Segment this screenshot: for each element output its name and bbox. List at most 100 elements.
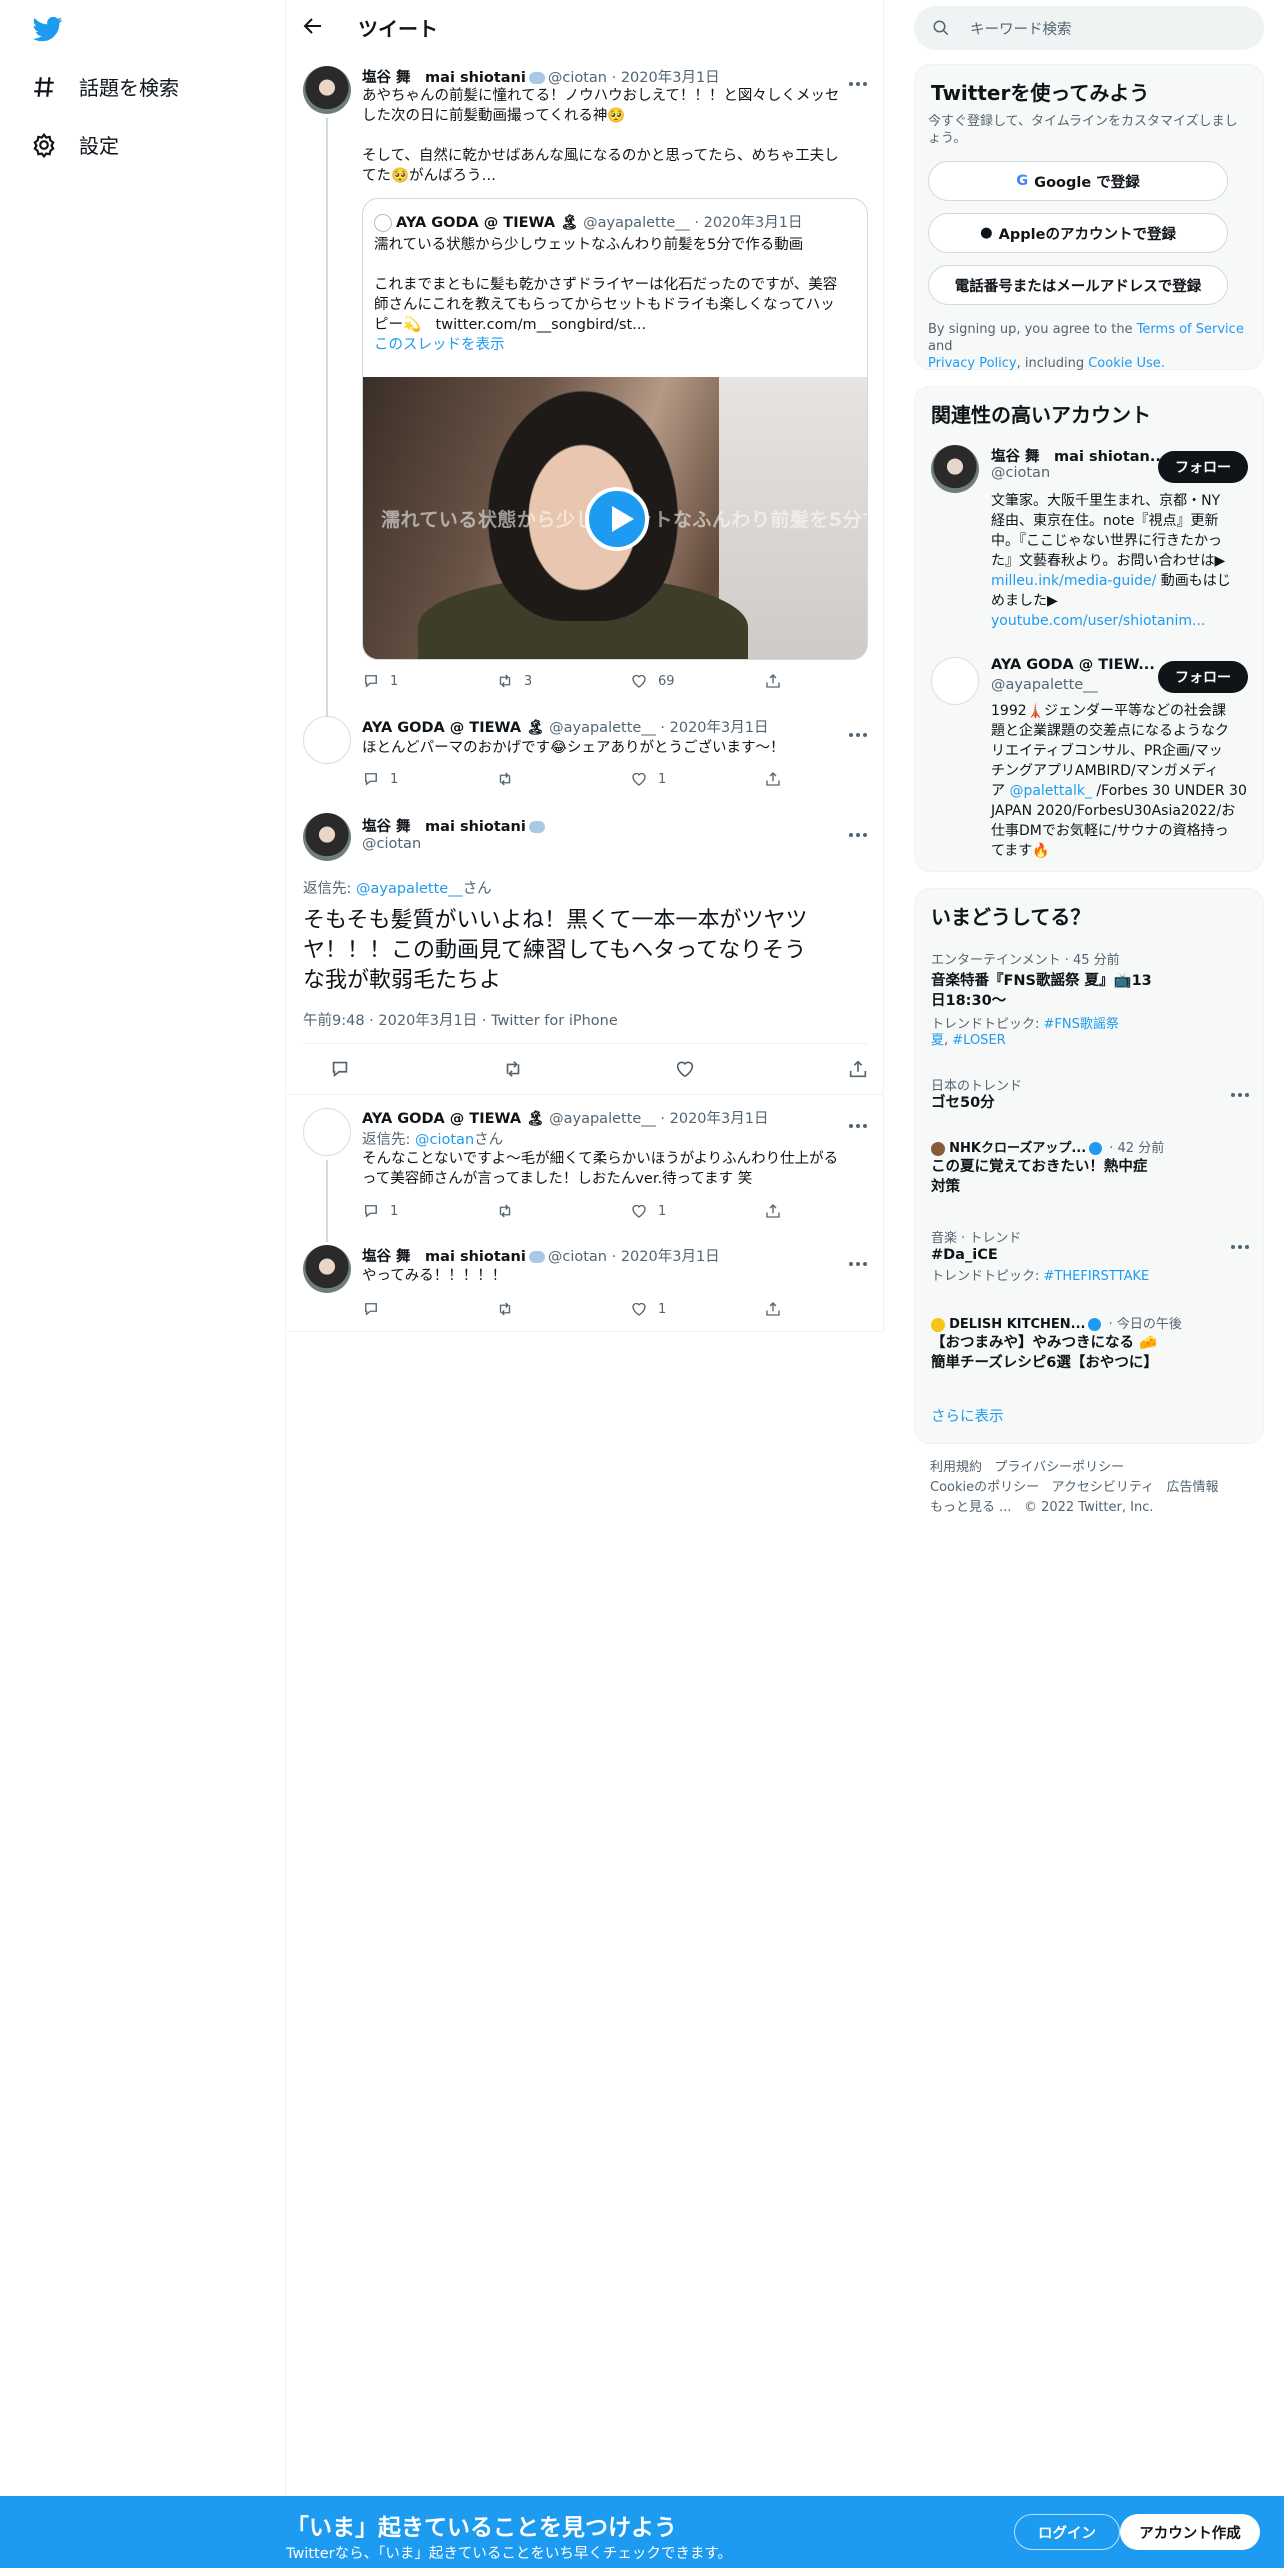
trend-meta: エンターテインメント · 45 分前: [931, 953, 1120, 968]
retweet-button[interactable]: 3: [496, 672, 630, 690]
avatar[interactable]: [303, 716, 351, 764]
author-handle-date[interactable]: @ayapalette__ · 2020年3月1日: [549, 1111, 768, 1127]
retweet-button[interactable]: [496, 1202, 630, 1220]
avatar[interactable]: [931, 445, 979, 493]
reply-button[interactable]: 1: [362, 672, 496, 690]
twitter-logo-icon[interactable]: [31, 14, 65, 44]
author-handle-date[interactable]: @ciotan · 2020年3月1日: [548, 1249, 720, 1265]
topic-link[interactable]: #LOSER: [952, 1033, 1005, 1048]
retweet-icon: [499, 674, 511, 688]
bio-link[interactable]: milleu.ink/media-guide/: [991, 573, 1156, 589]
more-icon[interactable]: [849, 722, 871, 737]
reply-button[interactable]: 1: [362, 1202, 496, 1220]
share-icon[interactable]: [847, 1058, 869, 1080]
footer-more-link[interactable]: もっと見る ...: [930, 1500, 1012, 1515]
reply-button[interactable]: 1: [362, 770, 496, 788]
terms-link[interactable]: Terms of Service: [1137, 322, 1244, 337]
divider: [287, 1094, 884, 1095]
avatar[interactable]: [931, 657, 979, 705]
topic-link[interactable]: #FNS歌謡祭: [1044, 1017, 1119, 1032]
apple-signup-button[interactable]: ● Appleのアカウントで登録: [928, 213, 1228, 253]
badge-icon: [528, 1251, 545, 1263]
topic-link[interactable]: 夏: [931, 1033, 944, 1048]
search-input[interactable]: キーワード検索: [914, 6, 1264, 50]
trend-meta: NHKクローズアップ... · 42 分前: [931, 1137, 1164, 1156]
follow-button[interactable]: フォロー: [1158, 661, 1248, 693]
more-icon[interactable]: [849, 1113, 871, 1128]
show-more-link[interactable]: さらに表示: [931, 1407, 1004, 1427]
reply-to-link[interactable]: @ayapalette__: [356, 881, 463, 897]
play-icon[interactable]: [585, 487, 649, 551]
footer-link[interactable]: 利用規約: [930, 1460, 982, 1475]
reply-button[interactable]: [362, 1300, 496, 1318]
footer-links: 利用規約 プライバシーポリシー Cookieのポリシー アクセシビリティ 広告情…: [930, 1458, 1219, 1518]
author-name[interactable]: 塩谷 舞 mai shiotani: [362, 1249, 526, 1265]
login-button[interactable]: ログイン: [1014, 2514, 1120, 2550]
quote-author-name: AYA GODA @ TIEWA 🏝: [396, 215, 579, 231]
video-player[interactable]: 濡れている状態から少しウェットなふんわり前髪を5分で作る: [363, 377, 867, 659]
footer-link[interactable]: アクセシビリティ: [1052, 1480, 1155, 1495]
footer-link[interactable]: 広告情報: [1167, 1480, 1219, 1495]
avatar[interactable]: [303, 66, 351, 114]
account-name[interactable]: AYA GODA @ TIEW...: [991, 657, 1155, 673]
bio-link[interactable]: youtube.com/user/shiotanim...: [991, 613, 1205, 629]
back-arrow-icon[interactable]: [301, 14, 325, 38]
author-handle[interactable]: @ciotan: [362, 836, 421, 852]
avatar[interactable]: [303, 813, 351, 861]
google-signup-button[interactable]: G Google で登録: [928, 161, 1228, 201]
author-handle-date[interactable]: @ayapalette__ · 2020年3月1日: [549, 720, 768, 736]
retweet-icon[interactable]: [502, 1058, 524, 1080]
tweet-actions: 1 1: [362, 1202, 862, 1220]
share-button[interactable]: [764, 1202, 782, 1220]
footer-link[interactable]: Cookieのポリシー: [930, 1480, 1039, 1495]
account-handle[interactable]: @ciotan: [991, 465, 1050, 481]
show-thread-link[interactable]: このスレッドを表示: [374, 335, 864, 355]
author-name[interactable]: 塩谷 舞 mai shiotani: [362, 819, 526, 835]
retweet-button[interactable]: [496, 770, 630, 788]
author-handle-date[interactable]: @ciotan · 2020年3月1日: [548, 70, 720, 86]
bio-link[interactable]: @palettalk_: [1009, 783, 1092, 799]
phone-signup-button[interactable]: 電話番号またはメールアドレスで登録: [928, 265, 1228, 305]
follow-button[interactable]: フォロー: [1158, 451, 1248, 483]
topic-link[interactable]: #THEFIRSTTAKE: [1044, 1269, 1150, 1284]
trend-meta: 音楽 · トレンド: [931, 1231, 1022, 1246]
quote-header: AYA GODA @ TIEWA 🏝 @ayapalette__ · 2020年…: [374, 211, 803, 232]
share-icon: [766, 1302, 780, 1316]
share-button[interactable]: [764, 1300, 782, 1318]
like-button[interactable]: 69: [630, 672, 764, 690]
thread-line: [326, 118, 328, 718]
reply-icon[interactable]: [329, 1058, 351, 1080]
reply-to-link[interactable]: @ciotan: [415, 1132, 474, 1148]
more-icon[interactable]: [1231, 1082, 1253, 1097]
nav-explore[interactable]: 話題を検索: [31, 72, 179, 101]
like-button[interactable]: 1: [630, 1300, 764, 1318]
account-handle[interactable]: @ayapalette__: [991, 677, 1098, 693]
heart-icon[interactable]: [674, 1058, 696, 1080]
author-name[interactable]: 塩谷 舞 mai shiotani: [362, 70, 526, 86]
avatar[interactable]: [303, 1245, 351, 1293]
retweet-button[interactable]: [496, 1300, 630, 1318]
share-button[interactable]: [764, 672, 782, 690]
quote-tweet[interactable]: AYA GODA @ TIEWA 🏝 @ayapalette__ · 2020年…: [362, 198, 868, 660]
search-icon: [933, 20, 949, 36]
more-icon[interactable]: [849, 1251, 871, 1266]
signup-title: Twitterを使ってみよう: [931, 81, 1150, 105]
heart-icon: [632, 674, 646, 688]
tweet-meta[interactable]: 午前9:48 · 2020年3月1日 · Twitter for iPhone: [303, 1009, 618, 1030]
author-name[interactable]: AYA GODA @ TIEWA 🏝: [362, 1111, 545, 1127]
more-icon[interactable]: [849, 822, 871, 837]
like-button[interactable]: 1: [630, 770, 764, 788]
cookie-link[interactable]: Cookie Use.: [1088, 356, 1165, 371]
share-button[interactable]: [764, 770, 782, 788]
more-icon[interactable]: [849, 71, 871, 86]
privacy-link[interactable]: Privacy Policy: [928, 356, 1017, 371]
like-button[interactable]: 1: [630, 1202, 764, 1220]
nav-settings[interactable]: 設定: [31, 130, 119, 159]
account-name[interactable]: 塩谷 舞 mai shiotan...: [991, 445, 1166, 466]
avatar[interactable]: [303, 1108, 351, 1156]
more-icon[interactable]: [1231, 1234, 1253, 1249]
footer-link[interactable]: プライバシーポリシー: [994, 1460, 1124, 1475]
signup-button[interactable]: アカウント作成: [1120, 2514, 1260, 2550]
reply-icon: [365, 1205, 377, 1218]
author-name[interactable]: AYA GODA @ TIEWA 🏝: [362, 720, 545, 736]
